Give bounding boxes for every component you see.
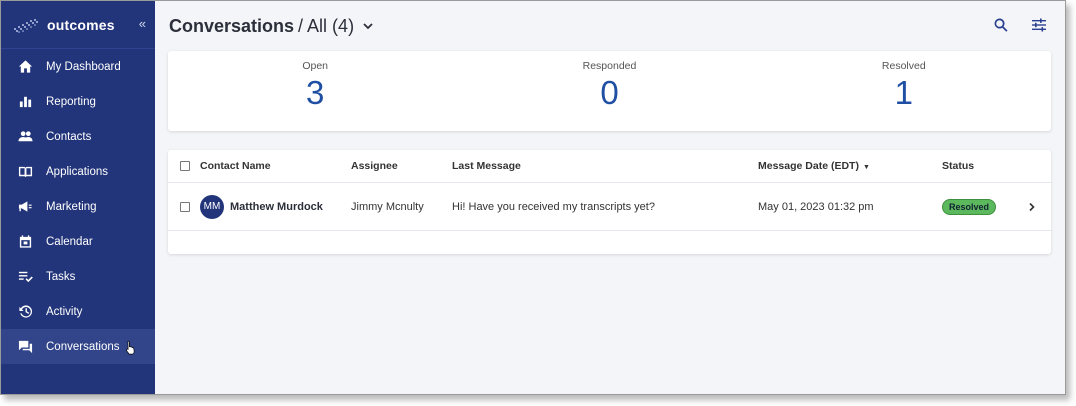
chevron-down-icon[interactable] <box>362 20 374 32</box>
sidebar-item-label: Applications <box>46 165 109 178</box>
sidebar-item-tasks[interactable]: Tasks <box>1 259 155 294</box>
page-title: Conversations <box>169 15 295 36</box>
people-icon <box>17 129 33 145</box>
column-message-date-label: Message Date (EDT) <box>758 160 859 172</box>
brand-name: outcomes <box>47 16 115 33</box>
stat-label: Responded <box>582 60 637 72</box>
row-checkbox[interactable] <box>180 201 190 212</box>
sidebar-item-label: Reporting <box>46 95 96 108</box>
assignee-name: Jimmy Mcnulty <box>351 200 424 213</box>
chevron-right-icon[interactable] <box>1027 202 1037 212</box>
conversations-table: Contact Name Assignee Last Message Messa… <box>168 150 1051 254</box>
stat-open[interactable]: Open 3 <box>168 51 462 131</box>
checklist-icon <box>17 269 33 285</box>
stat-label: Open <box>302 60 328 72</box>
app-window: outcomes « My Dashboard Reporting Contac… <box>0 0 1066 395</box>
stats-card: Open 3 Responded 0 Resolved 1 <box>168 51 1051 131</box>
column-last-message[interactable]: Last Message <box>452 160 521 172</box>
filter-sliders-icon[interactable] <box>1031 17 1047 33</box>
column-assignee[interactable]: Assignee <box>351 160 398 172</box>
sidebar-item-label: Tasks <box>46 270 76 283</box>
sidebar-item-label: Conversations <box>46 340 120 353</box>
avatar: MM <box>200 194 224 219</box>
sidebar-item-marketing[interactable]: Marketing <box>1 189 155 224</box>
search-icon[interactable] <box>993 17 1009 33</box>
message-date: May 01, 2023 01:32 pm <box>758 200 874 213</box>
status-badge: Resolved <box>942 198 997 215</box>
history-icon <box>17 304 33 320</box>
stat-value: 0 <box>600 74 619 111</box>
bar-chart-icon <box>17 94 33 110</box>
stat-value: 1 <box>894 74 913 111</box>
sidebar-item-calendar[interactable]: Calendar <box>1 224 155 259</box>
stat-label: Resolved <box>881 60 926 72</box>
sidebar-nav: My Dashboard Reporting Contacts Applicat… <box>1 49 155 364</box>
sidebar-item-my-dashboard[interactable]: My Dashboard <box>1 49 155 84</box>
sidebar-item-label: Activity <box>46 305 83 318</box>
sidebar-item-reporting[interactable]: Reporting <box>1 84 155 119</box>
sidebar-item-label: Calendar <box>46 235 93 248</box>
sidebar-item-conversations[interactable]: Conversations <box>1 329 155 364</box>
calendar-icon <box>17 234 33 250</box>
select-all-checkbox[interactable] <box>180 161 190 171</box>
sidebar-item-activity[interactable]: Activity <box>1 294 155 329</box>
sidebar-item-label: My Dashboard <box>46 60 121 73</box>
main-content: Conversations / All (4) Open 3 Responded… <box>155 1 1065 394</box>
sidebar-item-applications[interactable]: Applications <box>1 154 155 189</box>
megaphone-icon <box>17 199 33 215</box>
filter-label: / All (4) <box>298 15 355 36</box>
sidebar-item-label: Marketing <box>46 200 97 213</box>
sidebar-item-contacts[interactable]: Contacts <box>1 119 155 154</box>
outcomes-logo-icon <box>14 18 38 33</box>
contact-name[interactable]: Matthew Murdock <box>230 201 323 213</box>
table-header: Contact Name Assignee Last Message Messa… <box>168 150 1051 183</box>
collapse-sidebar-icon[interactable]: « <box>139 16 146 31</box>
sidebar-item-label: Contacts <box>46 130 92 143</box>
page-header: Conversations / All (4) <box>155 1 1065 51</box>
header-actions <box>993 17 1047 33</box>
sort-down-icon: ▼ <box>862 164 870 171</box>
column-status[interactable]: Status <box>942 160 974 172</box>
hand-cursor-icon <box>126 340 135 355</box>
sidebar: outcomes « My Dashboard Reporting Contac… <box>1 1 155 394</box>
table-row[interactable]: MM Matthew Murdock Jimmy Mcnulty Hi! Hav… <box>168 183 1051 231</box>
brand: outcomes « <box>1 1 155 49</box>
book-icon <box>17 164 33 180</box>
stat-resolved[interactable]: Resolved 1 <box>757 51 1051 131</box>
chat-icon <box>17 339 33 355</box>
stat-responded[interactable]: Responded 0 <box>462 51 756 131</box>
stat-value: 3 <box>305 74 325 111</box>
column-message-date[interactable]: Message Date (EDT) ▼ <box>758 160 870 172</box>
column-contact-name[interactable]: Contact Name <box>200 160 271 172</box>
home-icon <box>17 59 33 75</box>
last-message-text: Hi! Have you received my transcripts yet… <box>452 200 655 213</box>
